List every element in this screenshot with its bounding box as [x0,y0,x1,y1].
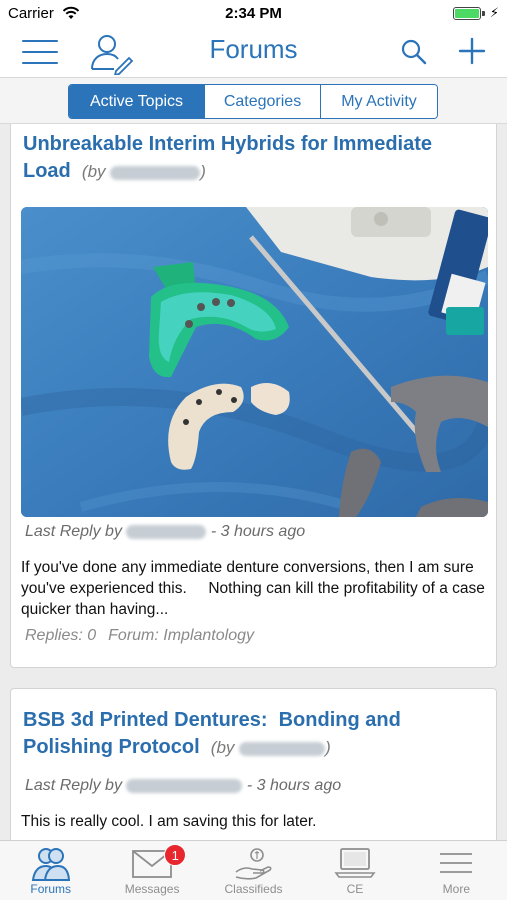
status-time: 2:34 PM [225,5,282,22]
battery-tip [482,11,485,16]
replies-count: Replies: 0 [25,627,97,644]
forum-name: Forum: Implantology [108,627,254,644]
last-reply-line: Last Reply by - 3 hours ago [25,777,342,794]
tab-more[interactable]: More [406,841,507,900]
topic-card[interactable]: BSB 3d Printed Dentures: Bonding and Pol… [10,688,497,840]
tab-label: Classifieds [224,882,283,896]
status-bar: Carrier 2:34 PM ⚡ [0,0,507,28]
unread-badge: 1 [164,844,187,866]
battery-icon [453,7,481,20]
tab-label: More [442,882,470,896]
charging-bolt-icon: ⚡ [489,5,499,20]
topic-title-link[interactable]: BSB 3d Printed Dentures: Bonding and Pol… [23,707,483,761]
hand-money-icon [235,848,271,880]
tab-categories[interactable]: Categories [205,85,321,118]
tab-bar: Forums 1 Messages Classifieds CE More [0,840,507,900]
last-reply-line: Last Reply by - 3 hours ago [25,523,306,540]
forums-icon [31,848,70,881]
post-footer: Replies: 0 Forum: Implantology [25,627,254,645]
author-name-redacted [110,165,201,180]
post-photo[interactable] [21,207,488,517]
reply-author-redacted [126,524,207,539]
topic-feed[interactable]: Unbreakable Interim Hybrids for Immediat… [0,124,507,840]
author-name-redacted [239,741,326,756]
tab-messages[interactable]: 1 Messages [101,841,202,900]
search-icon[interactable] [400,38,428,66]
segmented-control: Active Topics Categories My Activity [68,84,438,119]
add-topic-icon[interactable] [455,34,489,68]
navigation-bar: Forums [0,28,507,78]
reply-author-redacted [126,778,243,793]
page-title: Forums [209,34,298,64]
topic-title-link[interactable]: Unbreakable Interim Hybrids for Immediat… [23,131,483,185]
tab-classifieds[interactable]: Classifieds [203,841,304,900]
laptop-icon [334,848,376,878]
topic-card[interactable]: Unbreakable Interim Hybrids for Immediat… [10,124,497,668]
post-excerpt: This is really cool. I am saving this fo… [21,813,317,830]
segment-bar: Active Topics Categories My Activity [0,78,507,124]
tab-label: Messages [124,882,180,896]
tab-active-topics[interactable]: Active Topics [69,85,205,118]
tab-forums[interactable]: Forums [0,841,101,900]
more-menu-icon [440,853,473,873]
tab-ce[interactable]: CE [304,841,405,900]
tab-label: Forums [30,882,72,896]
author-line: (by ) [81,162,206,181]
tab-my-activity[interactable]: My Activity [321,85,437,118]
post-excerpt: If you've done any immediate denture con… [21,559,490,618]
tab-label: CE [346,882,364,896]
author-line: (by ) [210,738,331,757]
